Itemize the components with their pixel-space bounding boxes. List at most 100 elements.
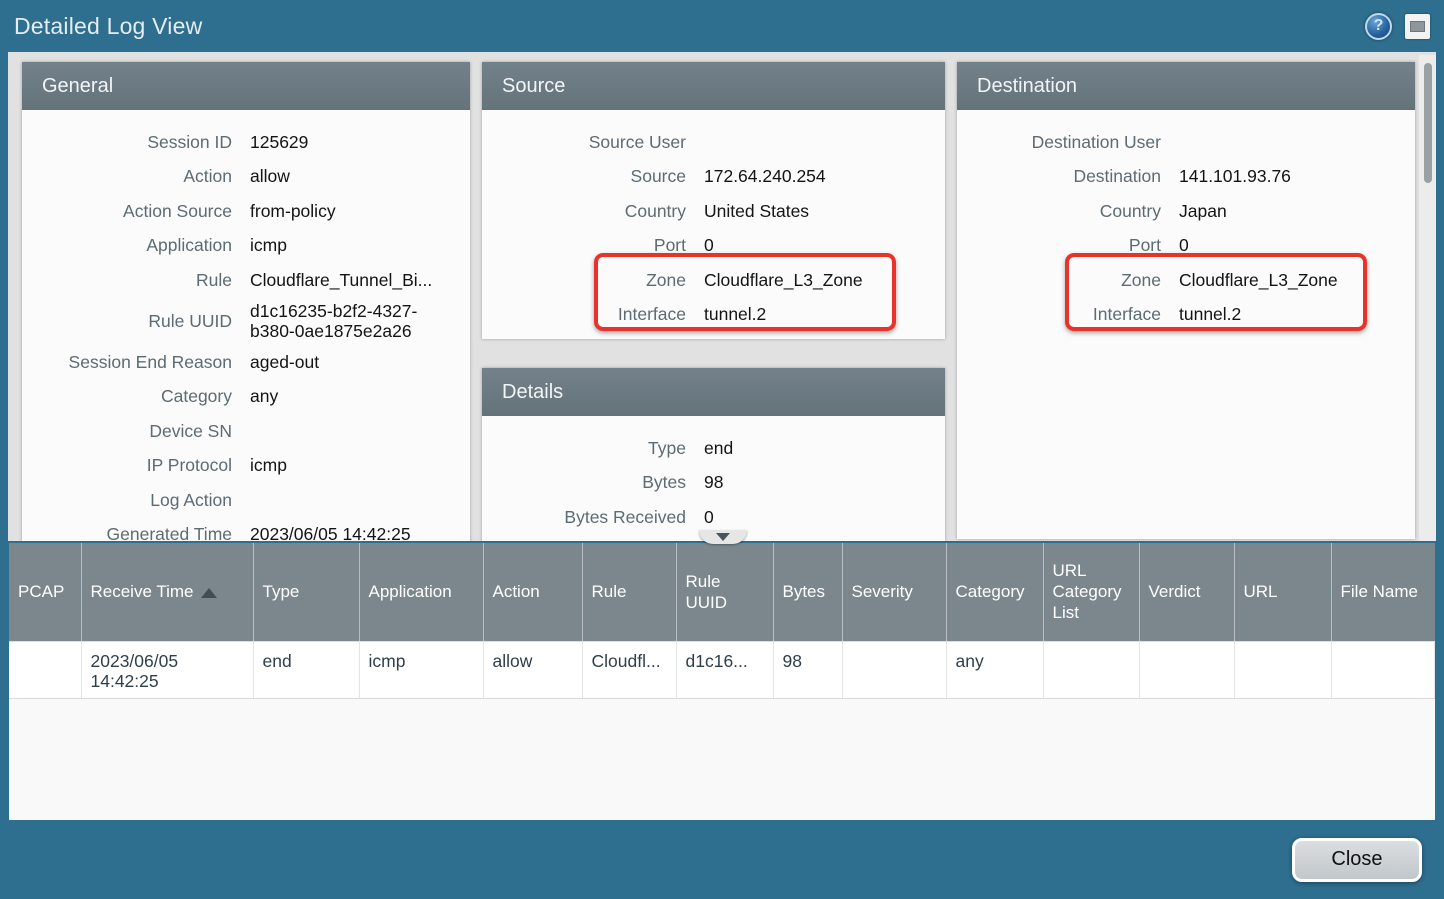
cell-application: icmp [359,641,483,698]
close-button[interactable]: Close [1292,838,1422,882]
cell-pcap [9,641,81,698]
column-header-file-name[interactable]: File Name [1331,543,1435,641]
field-label: Port [482,235,704,256]
field-destination-zone: Zone Cloudflare_L3_Zone [957,263,1403,298]
panels-scrollbar-thumb[interactable] [1424,63,1432,183]
column-header-bytes[interactable]: Bytes [773,543,842,641]
log-table-row[interactable]: 2023/06/05 14:42:25 end icmp allow Cloud… [9,641,1435,698]
field-generated-time: Generated Time 2023/06/05 14:42:25 [22,517,458,541]
field-source-port: Port 0 [482,229,933,264]
column-header-url-category-list[interactable]: URL Category List [1043,543,1139,641]
log-table-section: PCAP Receive Time Type Application Actio… [9,543,1435,820]
cell-category: any [946,641,1043,698]
log-table: PCAP Receive Time Type Application Actio… [9,543,1435,699]
column-header-url[interactable]: URL [1234,543,1331,641]
window-restore-icon[interactable] [1405,14,1430,39]
column-header-type[interactable]: Type [253,543,359,641]
field-value: 0 [1179,235,1403,256]
field-destination-address: Destination 141.101.93.76 [957,160,1403,195]
column-header-rule-uuid[interactable]: Rule UUID [676,543,773,641]
field-label: Device SN [22,421,250,442]
panel-details-body: Type end Bytes 98 Bytes Received 0 [482,416,945,535]
field-value: tunnel.2 [704,304,933,325]
field-label: Source User [482,132,704,153]
dialog-titlebar: Detailed Log View ? [0,0,1444,52]
window-restore-icon-inner [1410,21,1425,32]
field-rule-uuid: Rule UUID d1c16235-b2f2-4327-b380-0ae187… [22,298,458,345]
field-label: Rule UUID [22,311,250,332]
field-source-country: Country United States [482,194,933,229]
field-session-end-reason: Session End Reason aged-out [22,345,458,380]
field-destination-user: Destination User [957,125,1403,160]
column-label: Severity [852,582,913,601]
cell-receive-time: 2023/06/05 14:42:25 [81,641,253,698]
column-header-verdict[interactable]: Verdict [1139,543,1234,641]
help-icon[interactable]: ? [1365,13,1392,40]
field-category: Category any [22,379,458,414]
field-value: allow [250,166,458,187]
cell-action: allow [483,641,582,698]
column-label: Verdict [1149,582,1201,601]
field-value: d1c16235-b2f2-4327-b380-0ae1875e2a26 [250,301,458,342]
chevron-down-icon [716,533,730,541]
dialog-footer: Close [0,820,1444,899]
panel-general-header: General [22,62,470,110]
field-value: 0 [704,235,933,256]
field-label: Interface [482,304,704,325]
column-header-pcap[interactable]: PCAP [9,543,81,641]
panel-destination-header: Destination [957,62,1415,110]
column-header-severity[interactable]: Severity [842,543,946,641]
cell-bytes: 98 [773,641,842,698]
column-header-application[interactable]: Application [359,543,483,641]
column-label: Type [263,582,300,601]
field-application: Application icmp [22,229,458,264]
column-header-receive-time[interactable]: Receive Time [81,543,253,641]
field-label: Port [957,235,1179,256]
field-value: Cloudflare_L3_Zone [1179,270,1403,291]
field-label: Zone [957,270,1179,291]
column-label: URL [1244,582,1278,601]
field-log-action: Log Action [22,483,458,518]
panel-table-splitter-handle[interactable] [699,530,747,544]
field-label: Country [957,201,1179,222]
detail-panels-region: General Session ID 125629 Action allow A… [8,52,1436,541]
column-label: URL Category List [1053,561,1122,623]
field-source-zone: Zone Cloudflare_L3_Zone [482,263,933,298]
field-device-sn: Device SN [22,414,458,449]
field-value: icmp [250,455,458,476]
panel-details-header: Details [482,368,945,416]
field-label: Interface [957,304,1179,325]
field-label: Action Source [22,201,250,222]
panels-scrollbar-track[interactable] [1419,55,1436,541]
column-label: Action [493,582,540,601]
panel-general: General Session ID 125629 Action allow A… [22,62,470,541]
field-value: from-policy [250,201,458,222]
field-action-source: Action Source from-policy [22,194,458,229]
field-value: United States [704,201,933,222]
column-header-action[interactable]: Action [483,543,582,641]
field-value: tunnel.2 [1179,304,1403,325]
field-log-type: Type end [482,431,933,466]
field-label: Type [482,438,704,459]
field-source-interface: Interface tunnel.2 [482,298,933,333]
field-label: IP Protocol [22,455,250,476]
panel-details: Details Type end Bytes 98 Bytes Received… [482,368,945,541]
field-value: Japan [1179,201,1403,222]
panel-destination: Destination Destination User Destination… [957,62,1415,539]
column-label: Category [956,582,1025,601]
field-value: Cloudflare_L3_Zone [704,270,933,291]
column-header-rule[interactable]: Rule [582,543,676,641]
field-label: Session ID [22,132,250,153]
column-label: Bytes [783,582,826,601]
field-action: Action allow [22,160,458,195]
column-header-category[interactable]: Category [946,543,1043,641]
panel-source: Source Source User Source 172.64.240.254… [482,62,945,339]
panel-source-body: Source User Source 172.64.240.254 Countr… [482,110,945,332]
field-value: 141.101.93.76 [1179,166,1403,187]
cell-url-category-list [1043,641,1139,698]
field-label: Bytes Received [482,507,704,528]
field-value: end [704,438,933,459]
field-value: 125629 [250,132,458,153]
panel-destination-body: Destination User Destination 141.101.93.… [957,110,1415,332]
field-destination-country: Country Japan [957,194,1403,229]
